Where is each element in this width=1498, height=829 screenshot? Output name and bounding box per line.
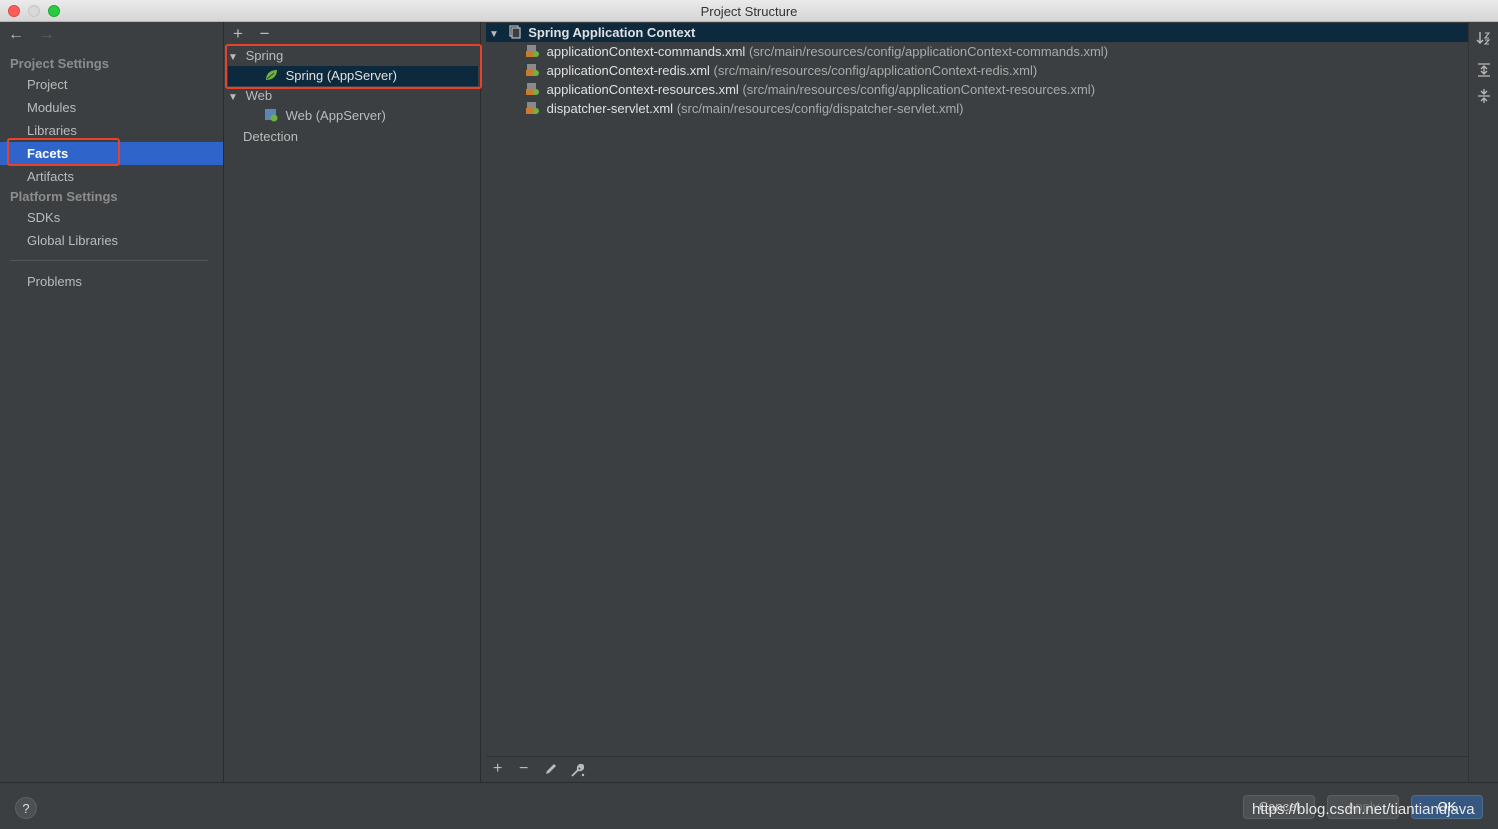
spring-leaf-icon: [266, 70, 277, 80]
facets-toolbar: + −: [233, 24, 282, 44]
file-path: (src/main/resources/config/applicationCo…: [748, 44, 1109, 59]
nav-arrows: ← →: [8, 26, 64, 44]
file-path: (src/main/resources/config/dispatcher-se…: [676, 101, 964, 116]
sidebar-item-sdks[interactable]: SDKs: [0, 206, 223, 229]
tree-item-spring-appserver[interactable]: Spring (AppServer): [228, 66, 478, 86]
back-arrow-icon[interactable]: ←: [8, 26, 24, 43]
project-settings-heading: Project Settings: [10, 56, 109, 71]
help-button[interactable]: ?: [15, 797, 37, 819]
context-header[interactable]: ▼ Spring Application Context: [489, 23, 695, 42]
context-bottom-toolbar: + −: [486, 756, 1468, 782]
context-file-row[interactable]: dispatcher-servlet.xml (src/main/resourc…: [525, 99, 964, 118]
xml-file-icon: [526, 45, 539, 57]
sidebar-item-libraries[interactable]: Libraries: [0, 119, 223, 142]
expand-triangle-icon[interactable]: ▼: [228, 88, 242, 108]
expand-triangle-icon[interactable]: ▼: [489, 25, 503, 44]
xml-file-icon: [526, 83, 539, 95]
tree-group-web[interactable]: ▼ Web: [228, 86, 478, 106]
window-titlebar: Project Structure: [0, 0, 1498, 22]
context-file-row[interactable]: applicationContext-redis.xml (src/main/r…: [525, 61, 1037, 80]
tree-group-spring[interactable]: ▼ Spring: [228, 46, 478, 66]
xml-file-icon: [526, 64, 539, 76]
file-name: dispatcher-servlet.xml: [546, 101, 674, 116]
window-title: Project Structure: [700, 4, 798, 19]
context-header-label: Spring Application Context: [528, 25, 696, 40]
dialog-footer: ? Cancel Apply OK https://blog.csdn.net/…: [0, 782, 1498, 829]
context-side-toolbar: [1468, 22, 1498, 782]
sidebar-divider: [10, 260, 208, 261]
expand-all-icon[interactable]: [1476, 62, 1492, 78]
platform-settings-heading: Platform Settings: [10, 189, 118, 204]
tree-item-web-appserver[interactable]: Web (AppServer): [228, 106, 478, 126]
facets-panel: + − ▼ Spring Spring (AppServer) ▼ Web We…: [225, 22, 481, 782]
wrench-icon[interactable]: [570, 762, 586, 778]
sidebar-item-global-libraries[interactable]: Global Libraries: [0, 229, 223, 252]
sidebar-item-facets[interactable]: Facets: [0, 142, 223, 165]
context-file-row[interactable]: applicationContext-resources.xml (src/ma…: [525, 80, 1095, 99]
tree-item-label: Web (AppServer): [285, 108, 386, 123]
settings-sidebar: ← → Project Settings Project Modules Lib…: [0, 22, 224, 782]
sidebar-item-project[interactable]: Project: [0, 73, 223, 96]
sidebar-item-modules[interactable]: Modules: [0, 96, 223, 119]
watermark-url: https://blog.csdn.net/tiantiandjava: [1252, 801, 1475, 818]
xml-file-icon: [526, 102, 539, 114]
context-fileset-icon: [509, 25, 521, 39]
web-facet-icon: [265, 109, 278, 122]
expand-triangle-icon[interactable]: ▼: [228, 48, 242, 68]
file-name: applicationContext-resources.xml: [546, 82, 739, 97]
sidebar-item-problems[interactable]: Problems: [0, 270, 223, 293]
file-path: (src/main/resources/config/applicationCo…: [742, 82, 1096, 97]
file-name: applicationContext-redis.xml: [546, 63, 710, 78]
forward-arrow-icon[interactable]: →: [38, 26, 54, 43]
tree-group-label: Spring: [245, 48, 284, 63]
tree-item-label: Spring (AppServer): [285, 68, 397, 83]
remove-context-button[interactable]: −: [519, 760, 528, 778]
file-path: (src/main/resources/config/applicationCo…: [713, 63, 1038, 78]
sort-icon[interactable]: [1476, 30, 1492, 46]
add-context-button[interactable]: +: [493, 760, 502, 778]
add-facet-button[interactable]: +: [233, 24, 243, 43]
remove-facet-button[interactable]: −: [260, 24, 270, 43]
tree-item-detection[interactable]: Detection: [243, 127, 473, 147]
context-file-row[interactable]: applicationContext-commands.xml (src/mai…: [525, 42, 1108, 61]
pencil-icon[interactable]: [544, 762, 558, 776]
sidebar-item-artifacts[interactable]: Artifacts: [0, 165, 223, 188]
tree-group-label: Web: [245, 88, 273, 103]
spring-context-panel: ▼ Spring Application Context application…: [486, 22, 1468, 756]
collapse-all-icon[interactable]: [1476, 88, 1492, 104]
file-name: applicationContext-commands.xml: [546, 44, 746, 59]
